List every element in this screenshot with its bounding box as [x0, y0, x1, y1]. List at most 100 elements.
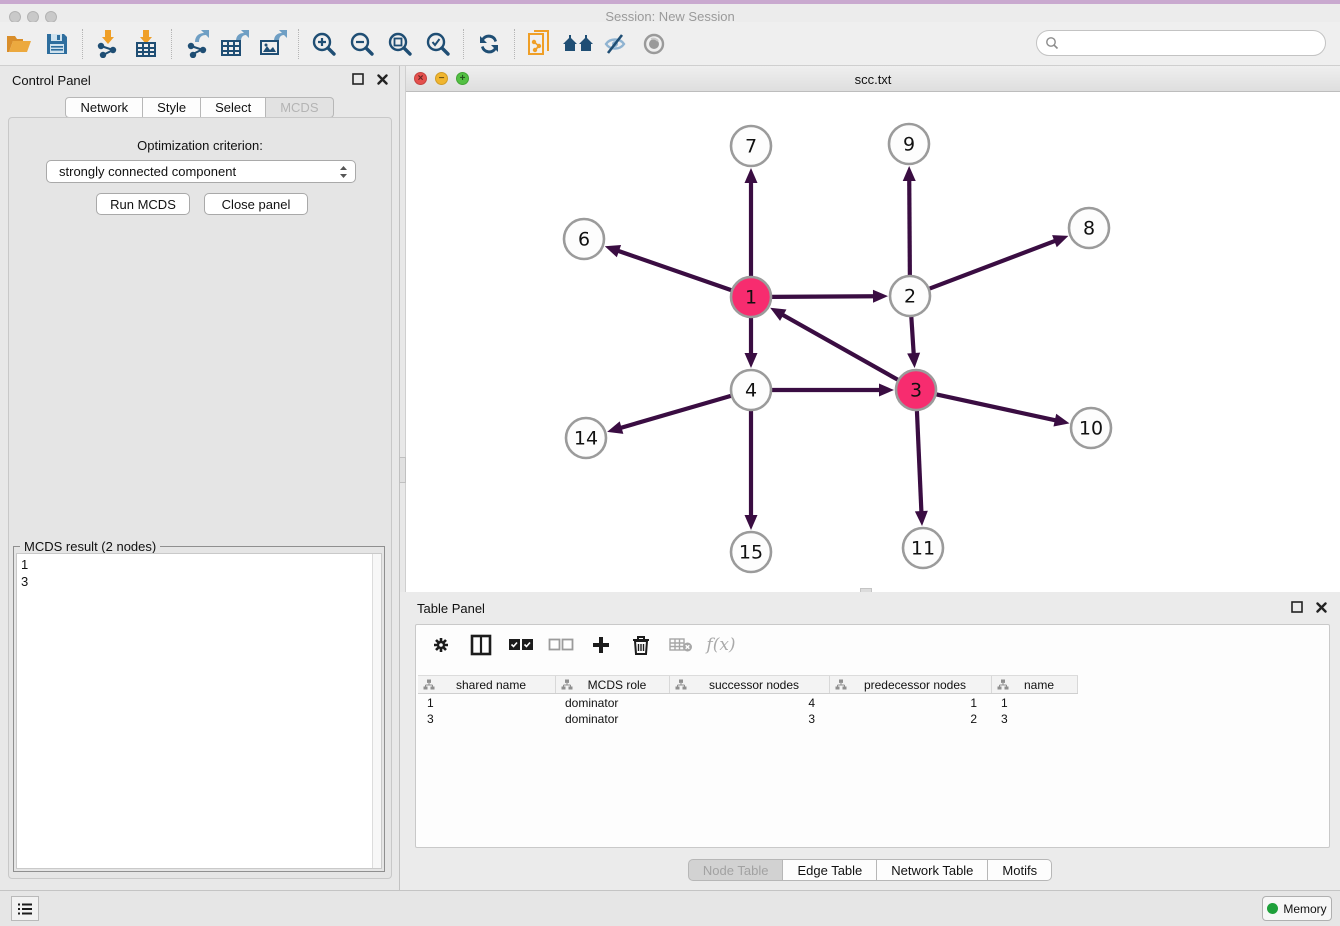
edge-3-11[interactable]	[917, 411, 922, 514]
run-mcds-button[interactable]: Run MCDS	[96, 193, 190, 215]
tab-edge-table[interactable]: Edge Table	[783, 859, 877, 881]
table-panel-title: Table Panel	[417, 601, 485, 616]
edge-4-14[interactable]	[619, 396, 731, 429]
cell-predecessor-nodes[interactable]: 2	[830, 711, 992, 727]
graph-node-14[interactable]: 14	[566, 418, 606, 458]
result-scrollbar[interactable]	[372, 554, 381, 868]
edge-arrowhead	[873, 290, 888, 303]
close-panel-button[interactable]: Close panel	[204, 193, 308, 215]
float-panel-icon[interactable]	[351, 72, 365, 86]
edge-arrowhead	[879, 384, 894, 397]
zoom-selected-icon[interactable]	[419, 26, 457, 62]
tab-node-table[interactable]: Node Table	[688, 859, 784, 881]
show-hide-panels-icon[interactable]	[559, 26, 597, 62]
search-box[interactable]	[1036, 30, 1326, 56]
cell-shared-name[interactable]: 1	[418, 695, 556, 711]
graph-node-4[interactable]: 4	[731, 370, 771, 410]
tab-network[interactable]: Network	[65, 97, 143, 118]
import-network-icon[interactable]	[89, 26, 127, 62]
cell-shared-name[interactable]: 3	[418, 711, 556, 727]
graph-node-1[interactable]: 1	[731, 277, 771, 317]
column-header-shared-name[interactable]: shared name	[418, 676, 556, 693]
search-input[interactable]	[1059, 33, 1325, 53]
app-titlebar: Session: New Session	[0, 0, 1340, 22]
show-hide-graphics-details-icon[interactable]	[597, 26, 635, 62]
float-table-panel-icon[interactable]	[1290, 600, 1304, 614]
cell-name[interactable]: 3	[992, 711, 1078, 727]
zoom-out-icon[interactable]	[343, 26, 381, 62]
cell-successor-nodes[interactable]: 4	[670, 695, 830, 711]
network-window-titlebar[interactable]: × − + scc.txt	[406, 66, 1340, 92]
tab-network-table[interactable]: Network Table	[877, 859, 988, 881]
cell-name[interactable]: 1	[992, 695, 1078, 711]
tab-motifs[interactable]: Motifs	[988, 859, 1052, 881]
edge-3-10[interactable]	[937, 394, 1058, 420]
cell-MCDS-role[interactable]: dominator	[556, 711, 670, 727]
close-panel-icon[interactable]	[375, 72, 389, 86]
toolbar-separator	[171, 29, 172, 59]
export-image-icon[interactable]	[254, 26, 292, 62]
criterion-select[interactable]: strongly connected component	[46, 160, 356, 183]
column-header-successor-nodes[interactable]: successor nodes	[670, 676, 830, 693]
column-header-predecessor-nodes[interactable]: predecessor nodes	[830, 676, 992, 693]
open-file-icon[interactable]	[0, 26, 38, 62]
zoom-in-icon[interactable]	[305, 26, 343, 62]
graph-node-6[interactable]: 6	[564, 219, 604, 259]
toolbar-separator	[82, 29, 83, 59]
edge-2-3[interactable]	[911, 317, 913, 356]
bird-eye-view-icon[interactable]	[635, 26, 673, 62]
node-label: 6	[578, 229, 590, 251]
delete-table-icon[interactable]	[668, 632, 694, 658]
mcds-result-area[interactable]: 1 3	[16, 553, 382, 869]
graph-node-11[interactable]: 11	[903, 528, 943, 568]
column-settings-icon[interactable]	[428, 632, 454, 658]
vertical-splitter-handle[interactable]	[399, 457, 406, 483]
add-row-icon[interactable]	[588, 632, 614, 658]
column-type-icon	[997, 679, 1009, 690]
cell-predecessor-nodes[interactable]: 1	[830, 695, 992, 711]
memory-button[interactable]: Memory	[1262, 896, 1332, 921]
network-graph[interactable]: 7 9 6 8 1 2 4 3 14 10 15 11	[406, 92, 1340, 592]
edge-arrowhead	[1053, 414, 1069, 427]
show-column-icon[interactable]	[468, 632, 494, 658]
tab-select[interactable]: Select	[201, 97, 266, 118]
delete-row-icon[interactable]	[628, 632, 654, 658]
deselect-all-icon[interactable]	[548, 632, 574, 658]
edge-arrowhead	[1052, 235, 1068, 247]
edge-arrowhead	[605, 245, 621, 257]
close-table-panel-icon[interactable]	[1314, 600, 1328, 614]
edge-3-1[interactable]	[781, 314, 898, 380]
network-canvas[interactable]: 7 9 6 8 1 2 4 3 14 10 15 11	[406, 92, 1340, 592]
edge-2-8[interactable]	[930, 240, 1058, 288]
table-row[interactable]: 1dominator411	[418, 695, 1078, 711]
column-header-name[interactable]: name	[992, 676, 1078, 693]
export-table-icon[interactable]	[216, 26, 254, 62]
edge-1-6[interactable]	[616, 250, 731, 290]
edge-2-9[interactable]	[909, 178, 910, 275]
task-history-button[interactable]	[11, 896, 39, 921]
export-network-icon[interactable]	[178, 26, 216, 62]
graph-node-7[interactable]: 7	[731, 126, 771, 166]
edge-1-2[interactable]	[772, 296, 876, 297]
tab-mcds[interactable]: MCDS	[266, 97, 333, 118]
cell-MCDS-role[interactable]: dominator	[556, 695, 670, 711]
tab-style[interactable]: Style	[143, 97, 201, 118]
control-panel: Control Panel NetworkStyleSelectMCDS Opt…	[0, 66, 400, 890]
import-table-icon[interactable]	[127, 26, 165, 62]
edge-arrowhead	[607, 421, 623, 433]
function-builder-icon: f(x)	[708, 632, 734, 658]
graph-node-9[interactable]: 9	[889, 124, 929, 164]
apply-layout-icon[interactable]	[470, 26, 508, 62]
save-session-icon[interactable]	[38, 26, 76, 62]
column-header-MCDS-role[interactable]: MCDS role	[556, 676, 670, 693]
new-network-from-selection-icon[interactable]	[521, 26, 559, 62]
table-row[interactable]: 3dominator323	[418, 711, 1078, 727]
graph-node-2[interactable]: 2	[890, 276, 930, 316]
graph-node-15[interactable]: 15	[731, 532, 771, 572]
select-all-icon[interactable]	[508, 632, 534, 658]
graph-node-3[interactable]: 3	[896, 370, 936, 410]
zoom-fit-icon[interactable]	[381, 26, 419, 62]
cell-successor-nodes[interactable]: 3	[670, 711, 830, 727]
graph-node-8[interactable]: 8	[1069, 208, 1109, 248]
graph-node-10[interactable]: 10	[1071, 408, 1111, 448]
